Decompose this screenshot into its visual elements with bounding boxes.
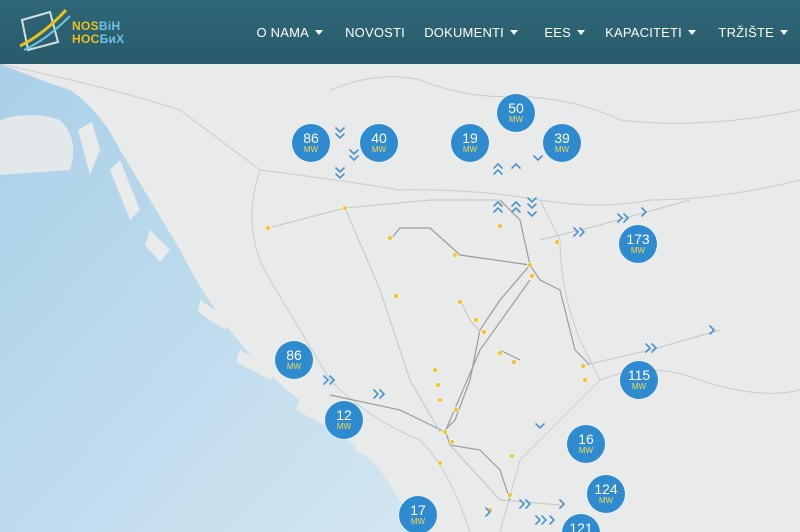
capacity-bubble[interactable]: 86 MW (275, 341, 313, 379)
capacity-bubble[interactable]: 115 MW (620, 361, 658, 399)
nav-kapaciteti[interactable]: KAPACITETI (605, 0, 696, 64)
capacity-value: 39 (554, 130, 570, 146)
capacity-unit: MW (462, 145, 478, 154)
capacity-unit: MW (598, 496, 614, 505)
capacity-unit: MW (336, 422, 352, 431)
top-navigation-bar: NOSBiH НОСБиХ O NAMA NOVOSTI DOKUMENTI E… (0, 0, 800, 64)
transmission-capacity-map[interactable]: 86 MW 40 MW 19 MW 50 MW 39 MW 173 MW 86 MW 115 M… (0, 64, 800, 532)
capacity-bubble[interactable]: 50 MW (497, 94, 535, 132)
nav-trziste[interactable]: TRŽIŠTE (718, 0, 788, 64)
capacity-unit: MW (554, 145, 570, 154)
logo-text-nos: NOS (72, 19, 99, 33)
capacity-bubble[interactable]: 19 MW (451, 124, 489, 162)
capacity-bubble[interactable]: 12 MW (325, 401, 363, 439)
capacity-unit: MW (631, 382, 647, 391)
capacity-value: 121 (569, 520, 593, 532)
logo-wordmark: NOSBiH НОСБиХ (72, 20, 124, 46)
capacity-unit: MW (303, 145, 319, 154)
capacity-unit: MW (630, 246, 646, 255)
capacity-value: 16 (578, 431, 594, 447)
capacity-bubble[interactable]: 124 MW (587, 475, 625, 513)
nav-label: KAPACITETI (605, 24, 682, 40)
chevron-down-icon (780, 29, 788, 35)
nav-label: TRŽIŠTE (718, 24, 774, 40)
nav-novosti[interactable]: NOVOSTI (345, 0, 405, 64)
capacity-value: 19 (462, 130, 478, 146)
chevron-down-icon (315, 29, 323, 35)
capacity-bubble[interactable]: 173 MW (619, 225, 657, 263)
chevron-down-icon (688, 29, 696, 35)
capacity-unit: MW (508, 115, 524, 124)
nosbih-logo[interactable]: NOSBiH НОСБиХ (16, 6, 126, 58)
chevron-down-icon (510, 29, 518, 35)
capacity-unit: MW (410, 517, 426, 526)
capacity-value: 124 (594, 481, 618, 497)
capacity-value: 40 (371, 130, 387, 146)
capacity-bubble[interactable]: 39 MW (543, 124, 581, 162)
nav-label: DOKUMENTI (424, 24, 504, 40)
capacity-unit: MW (286, 362, 302, 371)
capacity-bubble[interactable]: 16 MW (567, 425, 605, 463)
nav-o-nama[interactable]: O NAMA (257, 0, 323, 64)
nav-label: EES (544, 24, 571, 40)
nav-ees[interactable]: EES (544, 0, 585, 64)
capacity-value: 86 (303, 130, 319, 146)
capacity-value: 12 (336, 407, 352, 423)
capacity-value: 86 (286, 347, 302, 363)
capacity-bubble[interactable]: 86 MW (292, 124, 330, 162)
logo-text-bih-cyrillic: БиХ (99, 32, 125, 46)
capacity-bubble[interactable]: 40 MW (360, 124, 398, 162)
nav-label: NOVOSTI (345, 24, 405, 40)
nav-label: O NAMA (256, 24, 309, 40)
logo-text-nos-cyrillic: НОС (72, 32, 100, 46)
capacity-value: 115 (627, 367, 651, 383)
chevron-down-icon (577, 29, 585, 35)
nav-dokumenti[interactable]: DOKUMENTI (424, 0, 518, 64)
capacity-bubble[interactable]: 17 MW (399, 496, 437, 532)
capacity-value: 173 (626, 231, 650, 247)
capacity-unit: MW (578, 446, 594, 455)
capacity-value: 17 (410, 502, 426, 518)
capacity-unit: MW (371, 145, 387, 154)
capacity-value: 50 (508, 100, 524, 116)
map-graphic (0, 64, 800, 532)
logo-text-bih: BiH (98, 19, 121, 33)
